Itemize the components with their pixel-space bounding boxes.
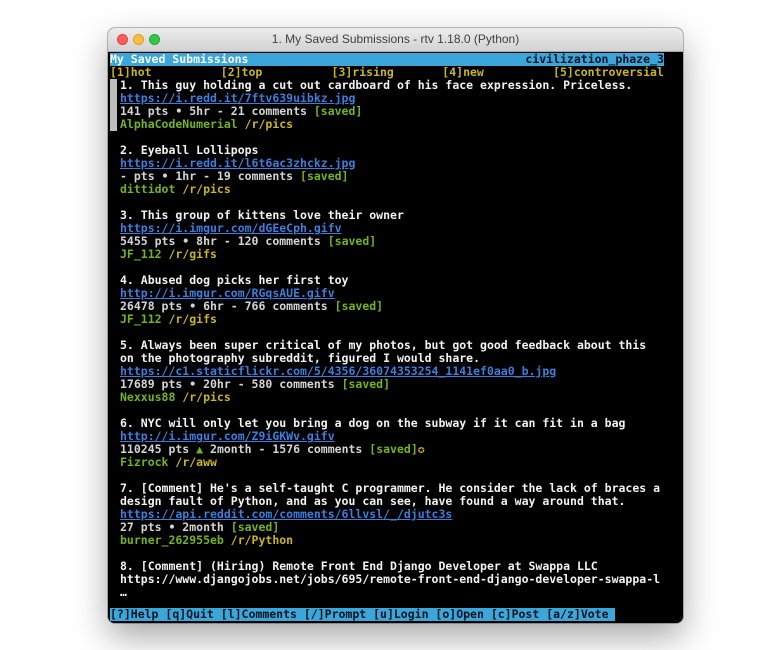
- minimize-button[interactable]: [133, 34, 144, 45]
- submission-title: 8. [Comment] (Hiring) Remote Front End D…: [120, 560, 662, 586]
- selection-cursor: [110, 79, 117, 131]
- stats-text: 141 pts • 5hr - 21 comments: [120, 104, 307, 118]
- desktop-background: 1. My Saved Submissions - rtv 1.18.0 (Py…: [0, 0, 771, 650]
- footer-prompt[interactable]: [/]Prompt: [304, 608, 366, 621]
- submission-byline: AlphaCodeNumerial/r/pics: [120, 118, 662, 131]
- submission-body: 8. [Comment] (Hiring) Remote Front End D…: [120, 560, 662, 599]
- subreddit-name: /r/pics: [182, 390, 230, 404]
- subreddit-name: /r/Python: [231, 533, 293, 547]
- stats-text-after: 2month - 1576 comments: [203, 442, 362, 456]
- saved-badge: [saved]: [328, 234, 376, 248]
- stats-text: 27 pts • 2month: [120, 520, 224, 534]
- submission-body: 3. This group of kittens love their owne…: [120, 209, 662, 261]
- author-name: Nexxus88: [120, 390, 175, 404]
- submission-item-4[interactable]: 4. Abused dog picks her first toy http:/…: [110, 274, 683, 326]
- selection-cursor: [110, 144, 117, 196]
- subreddit-name: /r/aww: [175, 455, 217, 469]
- submission-body: 1. This guy holding a cut out cardboard …: [120, 79, 662, 131]
- terminal-window: 1. My Saved Submissions - rtv 1.18.0 (Py…: [108, 28, 683, 623]
- selection-cursor: [110, 209, 117, 261]
- submission-byline: JF_112/r/gifs: [120, 313, 662, 326]
- submission-list: 1. This guy holding a cut out cardboard …: [110, 79, 683, 599]
- footer-login[interactable]: [u]Login: [373, 608, 428, 621]
- saved-badge: [saved]: [314, 104, 362, 118]
- traffic-lights: [117, 34, 160, 45]
- author-name: dittidot: [120, 182, 175, 196]
- author-name: burner_262955eb: [120, 533, 224, 547]
- submission-link[interactable]: https://i.redd.it/l6t6ac3zhckz.jpg: [120, 156, 355, 170]
- stats-text: 110245 pts: [120, 442, 196, 456]
- saved-badge: [saved]: [342, 377, 390, 391]
- submission-byline: Nexxus88/r/pics: [120, 391, 662, 404]
- submission-body: 5. Always been super critical of my phot…: [120, 339, 662, 404]
- submission-link[interactable]: https://c1.staticflickr.com/5/4356/36074…: [120, 364, 556, 378]
- submission-link[interactable]: http://i.imgur.com/Z9iGKWv.gifv: [120, 429, 335, 443]
- window-title: 1. My Saved Submissions - rtv 1.18.0 (Py…: [108, 28, 683, 51]
- author-name: JF_112: [120, 312, 162, 326]
- saved-badge: [saved]: [231, 520, 279, 534]
- selection-cursor: [110, 482, 117, 547]
- selection-cursor: [110, 339, 117, 404]
- zoom-button[interactable]: [149, 34, 160, 45]
- submission-body: 7. [Comment] He's a self-taught C progra…: [120, 482, 662, 547]
- submission-byline: dittidot/r/pics: [120, 183, 662, 196]
- truncation-ellipsis: …: [120, 586, 662, 599]
- submission-item-7[interactable]: 7. [Comment] He's a self-taught C progra…: [110, 482, 683, 547]
- footer-comments[interactable]: [l]Comments: [221, 608, 297, 621]
- author-name: AlphaCodeNumerial: [120, 117, 238, 131]
- stats-text: 26478 pts • 6hr - 766 comments: [120, 299, 328, 313]
- stats-text: 5455 pts • 8hr - 120 comments: [120, 234, 321, 248]
- submission-body: 6. NYC will only let you bring a dog on …: [120, 417, 662, 469]
- subreddit-name: /r/gifs: [168, 312, 216, 326]
- stats-text: - pts • 1hr - 19 comments: [120, 169, 293, 183]
- subreddit-name: /r/pics: [182, 182, 230, 196]
- selection-cursor: [110, 417, 117, 469]
- footer-help[interactable]: [?]Help: [110, 608, 158, 621]
- submission-byline: JF_112/r/gifs: [120, 248, 662, 261]
- help-footer: [?]Help [q]Quit [l]Comments [/]Prompt [u]Log…: [110, 608, 615, 621]
- footer-quit[interactable]: [q]Quit: [165, 608, 213, 621]
- submission-item-3[interactable]: 3. This group of kittens love their owne…: [110, 209, 683, 261]
- stats-text: 17689 pts • 20hr - 580 comments: [120, 377, 335, 391]
- submission-item-6[interactable]: 6. NYC will only let you bring a dog on …: [110, 417, 683, 469]
- submission-body: 2. Eyeball Lollipops https://i.redd.it/l…: [120, 144, 662, 196]
- submission-link[interactable]: http://i.imgur.com/RGqsAUE.gifv: [120, 286, 335, 300]
- submission-item-2[interactable]: 2. Eyeball Lollipops https://i.redd.it/l…: [110, 144, 683, 196]
- submission-item-5[interactable]: 5. Always been super critical of my phot…: [110, 339, 683, 404]
- saved-badge: [saved]: [369, 442, 417, 456]
- terminal-content: My Saved Submissions civilization_phaze_…: [108, 52, 683, 623]
- submission-byline: Fizrock/r/aww: [120, 456, 662, 469]
- author-name: JF_112: [120, 247, 162, 261]
- author-name: Fizrock: [120, 455, 168, 469]
- saved-badge: [saved]: [335, 299, 383, 313]
- submission-byline: burner_262955eb/r/Python: [120, 534, 662, 547]
- selection-cursor: [110, 560, 117, 599]
- submission-item-1[interactable]: 1. This guy holding a cut out cardboard …: [110, 79, 683, 131]
- footer-vote[interactable]: [a/z]Vote: [546, 608, 608, 621]
- submission-link[interactable]: https://i.imgur.com/dGEeCph.gifv: [120, 221, 342, 235]
- submission-title: 5. Always been super critical of my phot…: [120, 339, 662, 365]
- saved-badge: [saved]: [300, 169, 348, 183]
- subreddit-name: /r/pics: [245, 117, 293, 131]
- submission-title: 7. [Comment] He's a self-taught C progra…: [120, 482, 662, 508]
- gilded-star-icon: ✪: [418, 442, 425, 456]
- footer-open[interactable]: [o]Open: [435, 608, 483, 621]
- submission-item-8[interactable]: 8. [Comment] (Hiring) Remote Front End D…: [110, 560, 683, 599]
- selection-cursor: [110, 274, 117, 326]
- submission-body: 4. Abused dog picks her first toy http:/…: [120, 274, 662, 326]
- footer-post[interactable]: [c]Post: [491, 608, 539, 621]
- submission-link[interactable]: https://api.reddit.com/comments/6llvsl/_…: [120, 507, 452, 521]
- close-button[interactable]: [117, 34, 128, 45]
- subreddit-name: /r/gifs: [168, 247, 216, 261]
- window-titlebar[interactable]: 1. My Saved Submissions - rtv 1.18.0 (Py…: [108, 28, 683, 52]
- submission-link[interactable]: https://i.redd.it/7ftv639uibkz.jpg: [120, 91, 355, 105]
